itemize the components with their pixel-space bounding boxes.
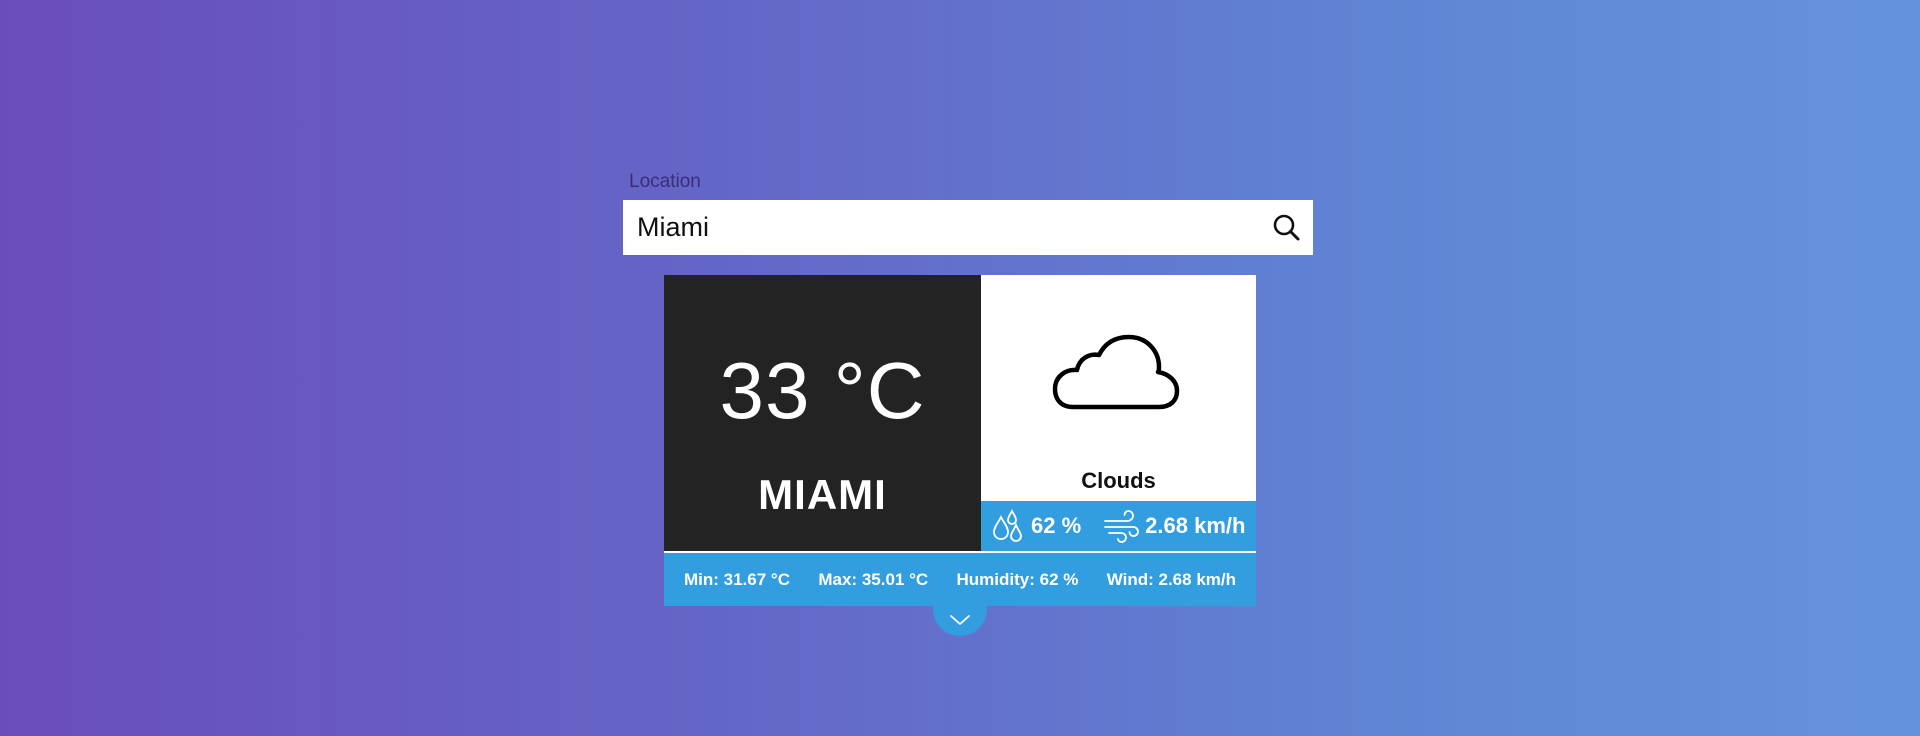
- location-label: Location: [629, 171, 701, 192]
- city-name: MIAMI: [758, 471, 887, 518]
- mini-stats-bar: 62 % 2.68 km/h: [981, 501, 1256, 551]
- condition-panel: Clouds 62 % 2.68 km/h: [981, 275, 1256, 551]
- wind-detail: Wind: 2.68 km/h: [1106, 569, 1236, 589]
- droplets-icon: [993, 509, 1022, 542]
- search-input[interactable]: [623, 200, 1313, 255]
- search-button[interactable]: [1269, 210, 1305, 246]
- max-temp: Max: 35.01 °C: [818, 569, 929, 589]
- condition-label: Clouds: [1081, 468, 1156, 493]
- wind-stat: 2.68 km/h: [1103, 509, 1245, 543]
- chevron-down-icon: [950, 615, 970, 625]
- search-icon: [1273, 214, 1300, 241]
- temperature-value: 33 °C: [719, 346, 926, 435]
- temperature-panel: 33 °C MIAMI: [664, 275, 981, 551]
- expand-toggle-button[interactable]: [933, 604, 987, 636]
- details-bar: Min: 31.67 °C Max: 35.01 °C Humidity: 62…: [664, 553, 1256, 606]
- weather-card: 33 °C MIAMI Clouds 62 % 2.68 km/h Min: 3…: [664, 275, 1256, 636]
- wind-icon: [1104, 510, 1140, 543]
- wind-short-value: 2.68 km/h: [1145, 513, 1246, 538]
- humidity-detail: Humidity: 62 %: [956, 569, 1079, 589]
- cloud-icon: [1052, 334, 1180, 410]
- search-area: Location: [623, 168, 1313, 255]
- min-temp: Min: 31.67 °C: [684, 569, 790, 589]
- humidity-stat: 62 %: [991, 509, 1081, 543]
- search-box: [623, 200, 1313, 255]
- humidity-short-value: 62 %: [1031, 513, 1082, 538]
